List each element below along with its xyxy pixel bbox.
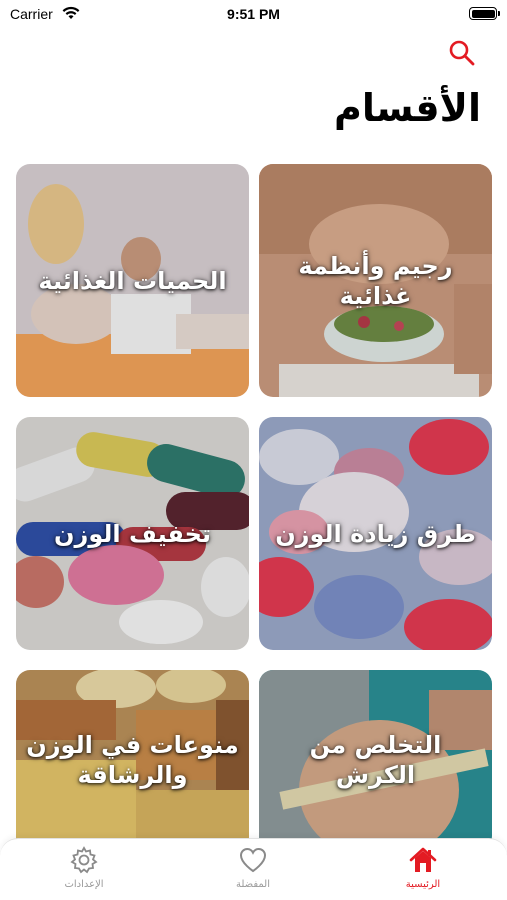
page-title: الأقسام xyxy=(334,86,481,130)
tab-label: الرئيسية xyxy=(405,879,441,890)
category-label: طرق زيادة الوزن xyxy=(275,519,476,548)
category-card-misc[interactable]: منوعات في الوزن والرشاقة xyxy=(16,670,249,850)
category-label: تخفيف الوزن xyxy=(54,519,211,548)
tab-home[interactable]: الرئيسية xyxy=(363,845,483,890)
category-card-lose-weight[interactable]: تخفيف الوزن xyxy=(16,417,249,650)
clock: 9:51 PM xyxy=(227,6,280,22)
gear-icon xyxy=(70,846,98,874)
tab-label: الإعدادات xyxy=(64,879,104,890)
category-label: الحميات الغذائية xyxy=(38,266,227,295)
search-icon[interactable] xyxy=(447,38,477,68)
status-bar: Carrier 9:51 PM xyxy=(0,0,507,30)
category-card-gain-weight[interactable]: طرق زيادة الوزن xyxy=(259,417,492,650)
category-card-diet[interactable]: رجيم وأنظمة غذائية xyxy=(259,164,492,397)
category-label: منوعات في الوزن والرشاقة xyxy=(26,731,239,789)
tab-settings[interactable]: الإعدادات xyxy=(24,845,144,890)
category-card-belly[interactable]: التخلص من الكرش xyxy=(259,670,492,850)
heart-icon xyxy=(239,847,267,873)
battery-icon xyxy=(469,7,500,20)
tab-favorites[interactable]: المفضلة xyxy=(193,845,313,890)
category-grid: رجيم وأنظمة غذائية الحميات الغذائية طرق … xyxy=(16,164,492,850)
category-label: رجيم وأنظمة غذائية xyxy=(298,251,453,310)
tab-bar: الرئيسية المفضلة الإعدادات xyxy=(0,838,507,900)
category-label: التخلص من الكرش xyxy=(309,731,442,789)
home-icon xyxy=(409,847,437,872)
category-card-diets[interactable]: الحميات الغذائية xyxy=(16,164,249,397)
tab-label: المفضلة xyxy=(235,879,270,890)
